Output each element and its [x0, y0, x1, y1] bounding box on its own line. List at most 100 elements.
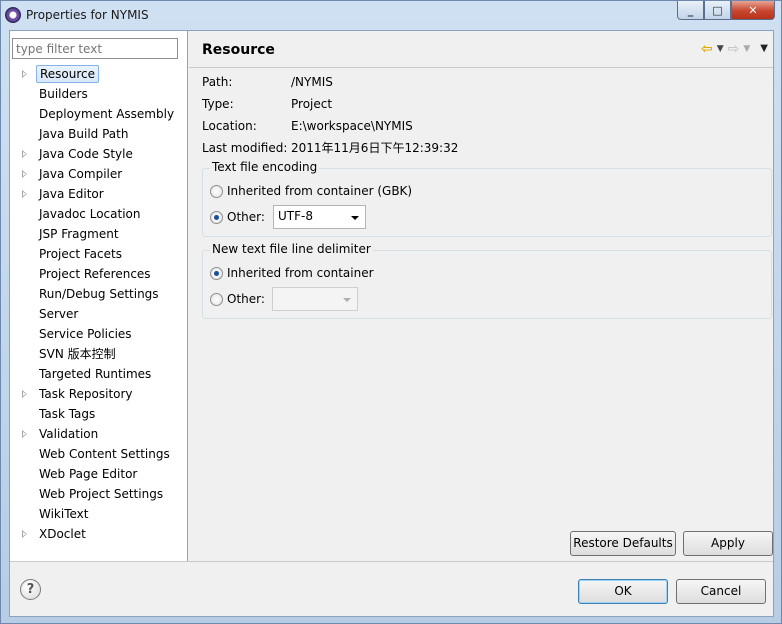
tree-item-label: WikiText [39, 507, 89, 521]
encoding-inherited-option[interactable]: Inherited from container (GBK) [210, 181, 412, 201]
tree-item-label: Java Build Path [39, 127, 129, 141]
tree-item[interactable]: Java Code Style [10, 144, 188, 164]
tree-item[interactable]: Validation [10, 424, 188, 444]
tree-item-label: Project References [39, 267, 151, 281]
property-key: Last modified: [202, 141, 288, 155]
delimiter-inherited-option[interactable]: Inherited from container [210, 263, 374, 283]
apply-button[interactable]: Apply [683, 531, 773, 556]
tree-item-label: Run/Debug Settings [39, 287, 159, 301]
tree-item[interactable]: Targeted Runtimes [10, 364, 188, 384]
encoding-other-option[interactable]: Other: [210, 207, 265, 227]
tree-item-label: Builders [39, 87, 88, 101]
tree-item[interactable]: Server [10, 304, 188, 324]
close-icon: ✕ [748, 3, 758, 17]
expand-triangle-icon[interactable] [22, 430, 27, 438]
tree-item[interactable]: Task Repository [10, 384, 188, 404]
property-page: Resource ⇦ ▼ ⇨ ▼ ▼ Path: /NYMIS Type: Proje… [189, 31, 773, 561]
tree-item-label: Deployment Assembly [39, 107, 175, 121]
tree-item-label: Web Content Settings [39, 447, 170, 461]
tree-item[interactable]: Service Policies [10, 324, 188, 344]
encoding-select-value: UTF-8 [278, 209, 313, 223]
tree-item-label: Project Facets [39, 247, 122, 261]
tree-item-label: JSP Fragment [39, 227, 119, 241]
footer-divider [10, 561, 773, 562]
dialog-client-area: Resource Builders Deployment Assembly Java … [9, 30, 774, 617]
tree-item-label: Task Tags [39, 407, 96, 421]
back-arrow-icon[interactable]: ⇦ [701, 41, 713, 57]
tree-item[interactable]: Task Tags [10, 404, 188, 424]
maximize-button[interactable]: □ [704, 1, 731, 20]
expand-triangle-icon[interactable] [22, 170, 27, 178]
tree-item[interactable]: WikiText [10, 504, 188, 524]
tree-item[interactable]: SVN 版本控制 [10, 344, 188, 364]
delimiter-other-option[interactable]: Other: [210, 289, 265, 309]
filter-input[interactable] [12, 38, 178, 59]
group-legend: Text file encoding [210, 160, 320, 174]
tree-item-label: Resource [36, 65, 100, 83]
radio-label: Other: [227, 292, 265, 306]
property-value: 2011年11月6日下午12:39:32 [291, 141, 459, 155]
tree-item[interactable]: Javadoc Location [10, 204, 188, 224]
page-navigation: ⇦ ▼ ⇨ ▼ ▼ [701, 41, 768, 57]
tree-item[interactable]: Web Content Settings [10, 444, 188, 464]
caption-buttons: _ □ ✕ [677, 1, 775, 21]
property-key: Location: [202, 119, 257, 133]
encoding-select[interactable]: UTF-8 [273, 205, 366, 229]
ok-button[interactable]: OK [578, 579, 668, 604]
tree-item[interactable]: Project References [10, 264, 188, 284]
tree-item[interactable]: Java Compiler [10, 164, 188, 184]
encoding-other-radio[interactable] [210, 210, 223, 224]
close-button[interactable]: ✕ [731, 1, 775, 20]
property-row: Last modified: 2011年11月6日下午12:39:32 [202, 137, 458, 159]
tree-item[interactable]: Java Build Path [10, 124, 188, 144]
page-title: Resource [202, 42, 275, 58]
minimize-button[interactable]: _ [677, 1, 704, 20]
maximize-icon: □ [712, 3, 723, 17]
eclipse-app-icon [5, 7, 21, 23]
tree-item-label: Task Repository [39, 387, 133, 401]
tree-item-label: Service Policies [39, 327, 132, 341]
property-pages-sidebar: Resource Builders Deployment Assembly Java … [10, 31, 188, 561]
tree-item[interactable]: Run/Debug Settings [10, 284, 188, 304]
tree-item-label: Java Editor [39, 187, 104, 201]
property-row: Path: /NYMIS [202, 71, 458, 93]
tree-item[interactable]: Builders [10, 84, 188, 104]
view-menu-icon[interactable]: ▼ [760, 41, 768, 57]
encoding-inherited-radio[interactable] [210, 184, 223, 198]
expand-triangle-icon[interactable] [22, 530, 27, 538]
forward-arrow-icon[interactable]: ⇨ [728, 41, 740, 57]
title-bar[interactable]: Properties for NYMIS _ □ ✕ [1, 1, 781, 29]
tree-item-label: XDoclet [39, 527, 86, 541]
tree-item[interactable]: Deployment Assembly [10, 104, 188, 124]
property-value: E:\workspace\NYMIS [291, 119, 413, 133]
delimiter-select[interactable] [272, 287, 358, 311]
tree-item-label: Java Compiler [39, 167, 123, 181]
expand-triangle-icon[interactable] [22, 190, 27, 198]
expand-triangle-icon[interactable] [22, 150, 27, 158]
restore-defaults-button[interactable]: Restore Defaults [570, 531, 676, 556]
expand-triangle-icon[interactable] [22, 70, 27, 78]
property-pages-tree: Resource Builders Deployment Assembly Java … [10, 64, 188, 544]
tree-item[interactable]: Web Page Editor [10, 464, 188, 484]
help-icon[interactable]: ? [20, 579, 41, 600]
chevron-down-icon [343, 298, 351, 302]
tree-item-label: Java Code Style [39, 147, 133, 161]
forward-history-dropdown-icon[interactable]: ▼ [743, 41, 750, 57]
back-history-dropdown-icon[interactable]: ▼ [717, 41, 724, 57]
tree-item[interactable]: JSP Fragment [10, 224, 188, 244]
tree-item-label: Web Page Editor [39, 467, 138, 481]
tree-item[interactable]: Project Facets [10, 244, 188, 264]
tree-item-label: Server [39, 307, 79, 321]
radio-label: Other: [227, 210, 265, 224]
tree-item[interactable]: Resource [10, 64, 188, 84]
tree-item[interactable]: Web Project Settings [10, 484, 188, 504]
tree-item[interactable]: XDoclet [10, 524, 188, 544]
delimiter-inherited-radio[interactable] [210, 266, 223, 280]
minimize-icon: _ [687, 3, 694, 17]
property-value: /NYMIS [291, 75, 333, 89]
cancel-button[interactable]: Cancel [676, 579, 766, 604]
delimiter-other-radio[interactable] [210, 292, 223, 306]
expand-triangle-icon[interactable] [22, 390, 27, 398]
tree-item[interactable]: Java Editor [10, 184, 188, 204]
text-file-encoding-group: Text file encoding Inherited from contai… [202, 160, 772, 237]
